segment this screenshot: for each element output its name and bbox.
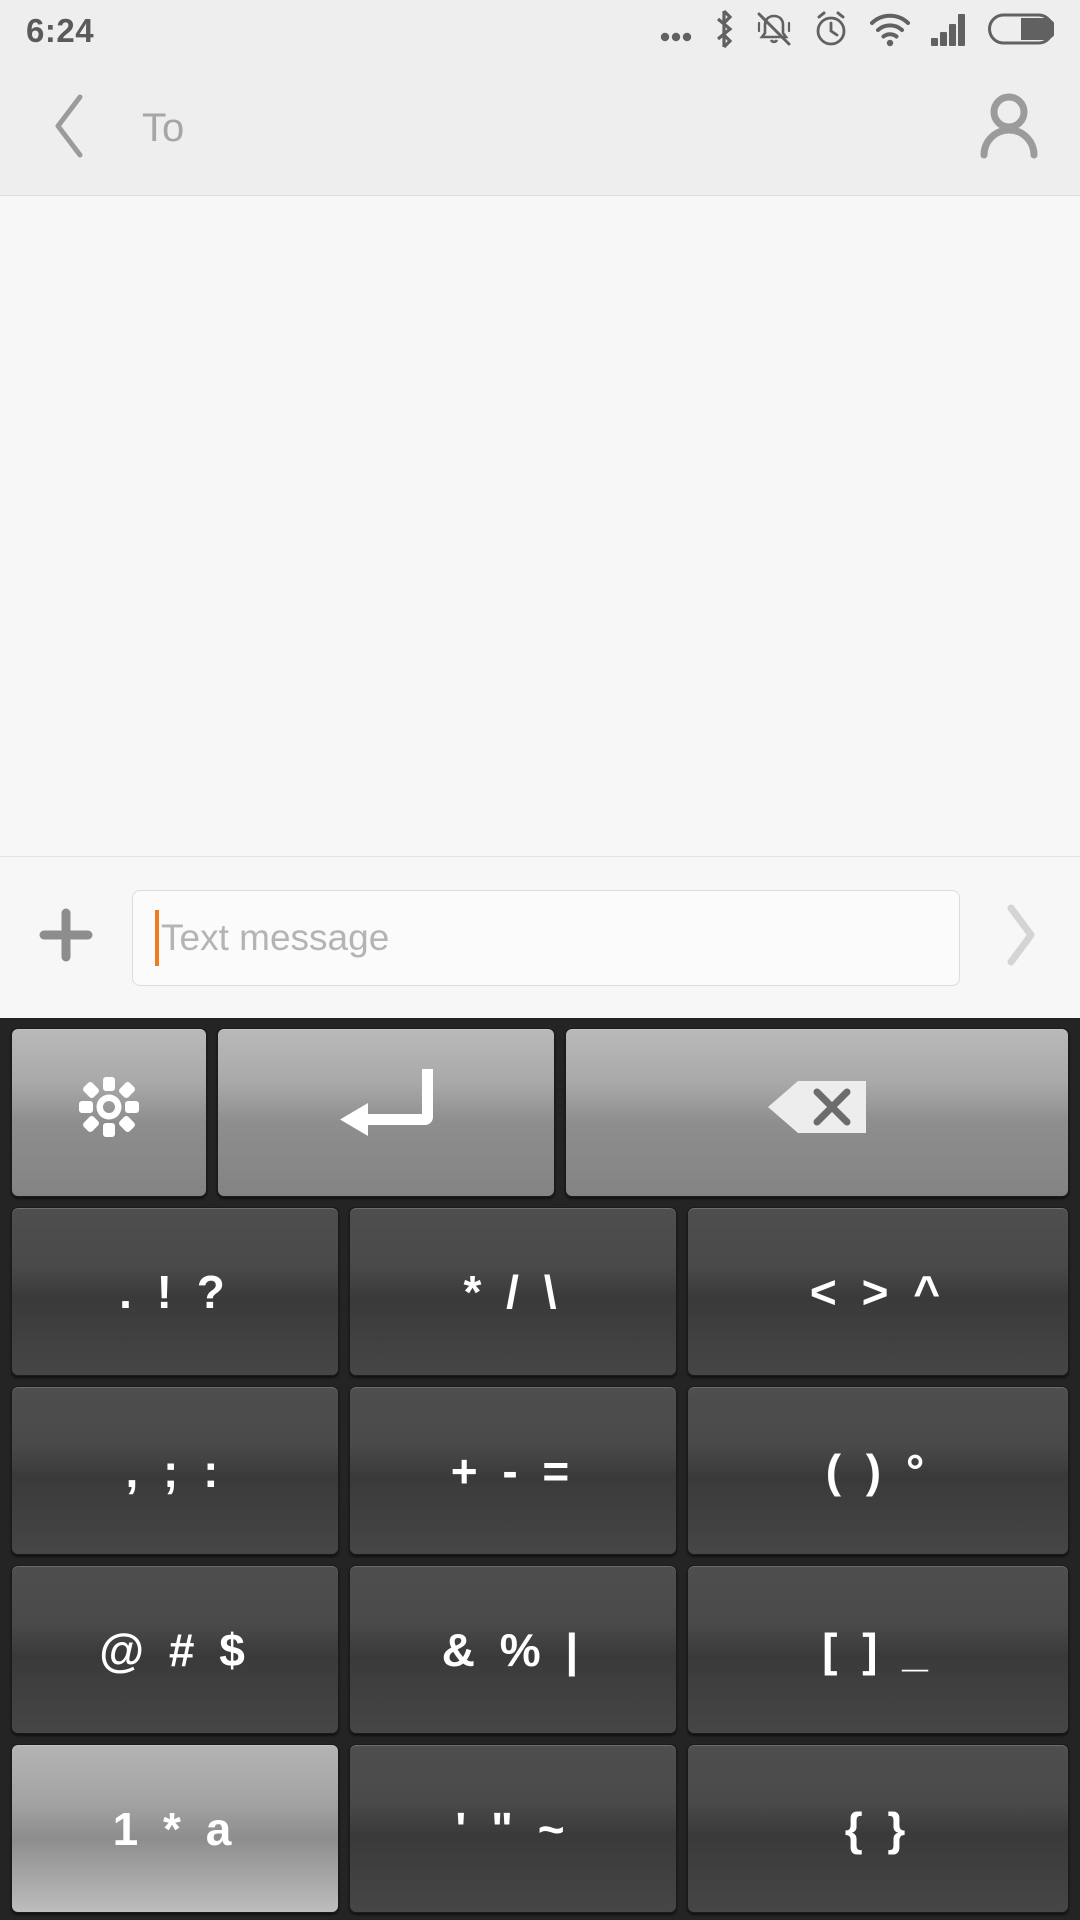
- ringer-silent-icon: [754, 9, 794, 54]
- gear-icon: [76, 1074, 142, 1151]
- key-label: @ # $: [99, 1623, 251, 1676]
- chevron-right-icon: [997, 902, 1043, 973]
- conversation-thread[interactable]: [0, 196, 1080, 856]
- key-braces[interactable]: { }: [687, 1744, 1069, 1913]
- key-label: , ; :: [125, 1444, 225, 1497]
- key-label: [ ] _: [822, 1623, 934, 1676]
- key-comma-semicolon-colon[interactable]: , ; :: [11, 1386, 339, 1555]
- keyboard-row-1: . ! ? * / \ < > ^: [6, 1204, 1074, 1379]
- key-label: < > ^: [809, 1265, 947, 1318]
- message-composer: Text message: [0, 856, 1080, 1018]
- key-plus-minus-equals[interactable]: + - =: [349, 1386, 677, 1555]
- key-brackets-underscore[interactable]: [ ] _: [687, 1565, 1069, 1734]
- person-icon: [979, 93, 1039, 164]
- contact-picker-button[interactable]: [968, 88, 1050, 170]
- plus-icon: [36, 905, 96, 970]
- key-label: ( ) °: [825, 1444, 931, 1497]
- key-asterisk-slash-backslash[interactable]: * / \: [349, 1207, 677, 1376]
- status-bar-clock: 6:24: [26, 12, 95, 49]
- key-ampersand-percent-pipe[interactable]: & % |: [349, 1565, 677, 1734]
- status-bar: 6:24: [0, 0, 1080, 62]
- key-label: . ! ?: [119, 1265, 231, 1318]
- keyboard-row-4: 1 * a ' " ~ { }: [6, 1741, 1074, 1916]
- app-bar: To: [0, 62, 1080, 196]
- keyboard-row-function: [6, 1025, 1074, 1200]
- key-settings[interactable]: [11, 1028, 207, 1197]
- message-input-placeholder: Text message: [161, 916, 390, 958]
- key-label: { }: [844, 1802, 912, 1855]
- recipient-field-label[interactable]: To: [142, 106, 184, 151]
- send-button[interactable]: [982, 900, 1058, 976]
- key-label: * / \: [463, 1265, 563, 1318]
- chevron-left-icon: [48, 91, 94, 166]
- on-screen-keyboard[interactable]: . ! ? * / \ < > ^ , ; : + - = ( ) ° @ # …: [0, 1018, 1080, 1920]
- key-period-exclaim-question[interactable]: . ! ?: [11, 1207, 339, 1376]
- alarm-clock-icon: [811, 9, 851, 54]
- key-label: + - =: [450, 1444, 576, 1497]
- keyboard-row-3: @ # $ & % | [ ] _: [6, 1562, 1074, 1737]
- key-enter[interactable]: [217, 1028, 555, 1197]
- message-input-wrapper[interactable]: Text message: [132, 889, 960, 986]
- battery-icon: [988, 12, 1056, 51]
- wifi-icon: [868, 10, 912, 53]
- key-parentheses-degree[interactable]: ( ) °: [687, 1386, 1069, 1555]
- more-dots-icon: [658, 12, 694, 51]
- key-less-greater-caret[interactable]: < > ^: [687, 1207, 1069, 1376]
- key-quote-doublequote-tilde[interactable]: ' " ~: [349, 1744, 677, 1913]
- status-bar-icons: [658, 9, 1056, 54]
- back-button[interactable]: [34, 92, 108, 166]
- key-mode-switch[interactable]: 1 * a: [11, 1744, 339, 1913]
- text-caret: [155, 909, 159, 966]
- enter-icon: [332, 1065, 440, 1160]
- messaging-app-screen: 6:24 To Text message . ! ? * / \ < > ^ ,…: [0, 0, 1080, 1920]
- attach-button[interactable]: [28, 900, 104, 976]
- cellular-signal-icon: [929, 10, 971, 53]
- key-label: 1 * a: [112, 1802, 238, 1855]
- backspace-icon: [765, 1078, 869, 1147]
- key-label: & % |: [441, 1623, 585, 1676]
- key-label: ' " ~: [455, 1802, 571, 1855]
- key-at-hash-dollar[interactable]: @ # $: [11, 1565, 339, 1734]
- key-backspace[interactable]: [565, 1028, 1069, 1197]
- keyboard-row-2: , ; : + - = ( ) °: [6, 1383, 1074, 1558]
- bluetooth-icon: [711, 9, 737, 54]
